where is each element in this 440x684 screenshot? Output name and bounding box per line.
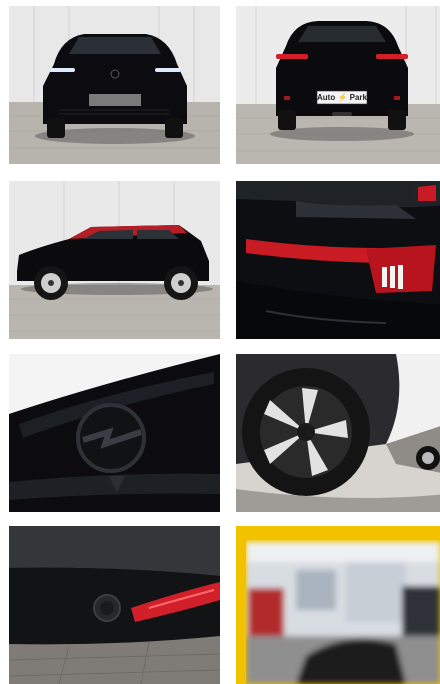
license-plate-text: Auto ⚡ Park <box>317 92 368 102</box>
photo-tile-tail-light[interactable] <box>236 181 440 339</box>
dealership-image <box>236 526 440 684</box>
photo-tile-side-view[interactable] <box>9 181 220 339</box>
photo-tile-logo-detail[interactable] <box>9 354 220 512</box>
tail-light-image <box>236 181 440 339</box>
photo-tile-front-view[interactable] <box>9 6 220 164</box>
rear-sensor-image <box>9 526 220 684</box>
photo-tile-rear-view[interactable]: Auto ⚡ Park <box>236 6 440 164</box>
photo-tile-rear-sensor[interactable] <box>9 526 220 684</box>
logo-detail-image <box>9 354 220 512</box>
front-view-image <box>9 6 220 164</box>
photo-tile-wheel-detail[interactable] <box>236 354 440 512</box>
rear-view-image: Auto ⚡ Park <box>236 6 440 164</box>
side-view-image <box>9 181 220 339</box>
photo-gallery-grid: Auto ⚡ Park <box>0 0 440 684</box>
wheel-detail-image <box>236 354 440 512</box>
photo-tile-dealership[interactable] <box>236 526 440 684</box>
